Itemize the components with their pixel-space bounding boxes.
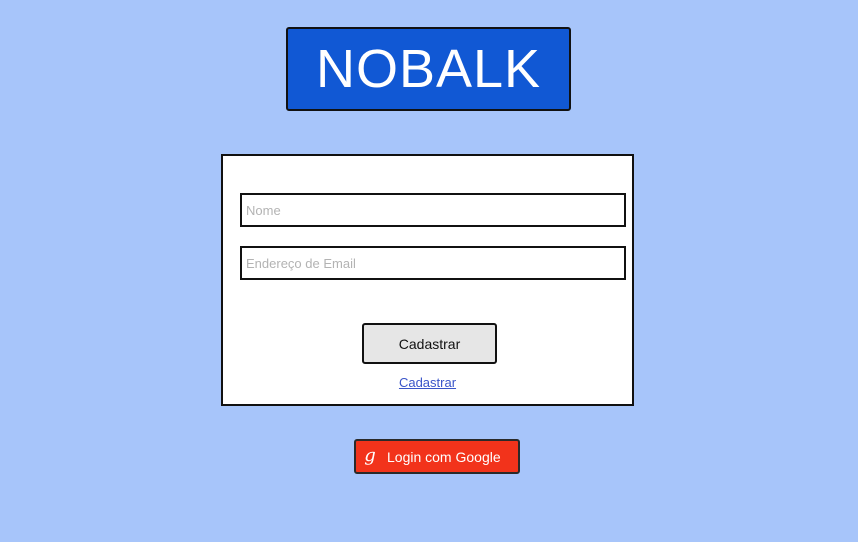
email-input[interactable] bbox=[240, 246, 626, 280]
google-icon: g bbox=[364, 444, 376, 466]
cadastrar-button-label: Cadastrar bbox=[398, 335, 461, 352]
signup-form: Cadastrar Cadastrar bbox=[221, 154, 634, 406]
cadastrar-button[interactable]: Cadastrar bbox=[362, 323, 497, 364]
name-input[interactable] bbox=[240, 193, 626, 227]
app-logo: NOBALK bbox=[286, 27, 571, 111]
google-login-button[interactable]: g Login com Google bbox=[354, 439, 520, 474]
logo-text: NOBALK bbox=[315, 39, 542, 99]
cadastrar-link[interactable]: Cadastrar bbox=[223, 375, 632, 390]
google-login-label: Login com Google bbox=[387, 448, 501, 465]
